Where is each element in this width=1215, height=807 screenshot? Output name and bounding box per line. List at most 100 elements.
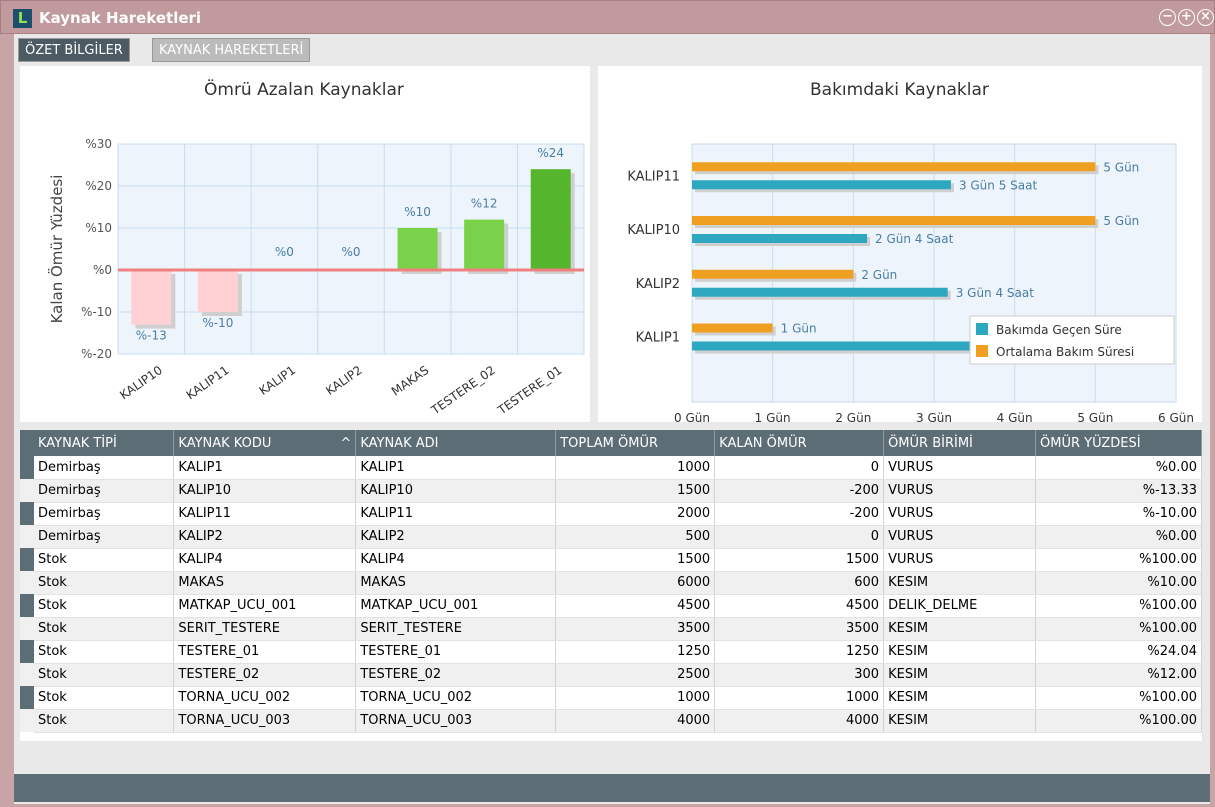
left-chart-panel: Ömrü Azalan Kaynaklar %30 %20 %10 %0 %-10 %-2… [20, 66, 590, 422]
data-label: %0 [341, 245, 360, 259]
table-cell: Stok [33, 640, 175, 664]
table-cell: 1500 [555, 479, 716, 503]
bar[interactable] [397, 228, 438, 270]
table-cell: %0.00 [1035, 456, 1202, 480]
data-label: 3 Gün 4 Saat [956, 286, 1035, 300]
col-kalan-omur[interactable]: KALAN ÖMÜR [714, 430, 885, 456]
table-row[interactable]: Stok KALIP4 KALIP4 1500 1500 VURUS %100.00 [20, 548, 1202, 572]
x-tick-label: 2 Gün [835, 411, 871, 422]
table-row[interactable]: Demirbaş KALIP10 KALIP10 1500 -200 VURUS %-13.… [20, 479, 1202, 503]
y-tick-label: KALIP2 [636, 277, 680, 292]
table-cell: VURUS [883, 502, 1036, 526]
table-cell: %100.00 [1035, 709, 1202, 733]
table-cell: TORNA_UCU_002 [355, 686, 557, 710]
table-cell: KALIP11 [173, 502, 357, 526]
data-label: 2 Gün [861, 268, 897, 282]
table-cell: 1000 [555, 456, 716, 480]
bar[interactable] [692, 269, 854, 279]
col-kaynak-tipi[interactable]: KAYNAK TİPİ [33, 430, 175, 456]
table-cell: MATKAP_UCU_001 [173, 594, 357, 618]
table-row[interactable]: Stok TESTERE_02 TESTERE_02 2500 300 KESIM %12.… [20, 663, 1202, 687]
x-tick-label: 5 Gün [1077, 411, 1113, 422]
col-omur-yuzdesi[interactable]: ÖMÜR YÜZDESİ [1035, 430, 1202, 456]
table-cell: KESIM [883, 640, 1036, 664]
x-tick-label: TESTERE_02 [428, 363, 498, 418]
table-cell: MAKAS [173, 571, 357, 595]
table-cell: -200 [714, 502, 885, 526]
table-row[interactable]: Stok MATKAP_UCU_001 MATKAP_UCU_001 4500 4500… [20, 594, 1202, 618]
table-cell: TESTERE_02 [355, 663, 557, 687]
y-tick-label: KALIP11 [627, 169, 680, 184]
table-body: Demirbaş KALIP1 KALIP1 1000 0 VURUS %0.00 Demir… [20, 456, 1202, 733]
y-tick-label: %30 [85, 137, 112, 151]
tab-ozet-bilgiler[interactable]: ÖZET BİLGİLER [18, 38, 130, 62]
bar[interactable] [464, 219, 505, 270]
table-cell: KESIM [883, 663, 1036, 687]
table-cell: 1500 [714, 548, 885, 572]
bar[interactable] [131, 270, 172, 325]
table-cell: VURUS [883, 548, 1036, 572]
table-cell: %100.00 [1035, 686, 1202, 710]
y-tick-label: %10 [85, 221, 112, 235]
table-cell: Demirbaş [33, 479, 175, 503]
bar[interactable] [692, 287, 948, 297]
table-cell: Demirbaş [33, 456, 175, 480]
table-cell: 3500 [555, 617, 716, 641]
table-cell: 500 [555, 525, 716, 549]
status-bar [14, 774, 1210, 802]
table-cell: DELIK_DELME [883, 594, 1036, 618]
table-cell: KALIP4 [355, 548, 557, 572]
table-cell: %24.04 [1035, 640, 1202, 664]
col-kaynak-kodu-label: KAYNAK KODU [178, 435, 272, 451]
row-gutter [20, 479, 34, 502]
table-header-row: KAYNAK TİPİ KAYNAK KODU ^ KAYNAK ADI TOPL… [20, 430, 1202, 456]
col-kaynak-adi[interactable]: KAYNAK ADI [355, 430, 557, 456]
data-label: %10 [404, 205, 431, 219]
table-cell: KESIM [883, 686, 1036, 710]
bar[interactable] [197, 270, 238, 312]
x-tick-label: 0 Gün [674, 411, 710, 422]
table-row[interactable]: Stok TORNA_UCU_002 TORNA_UCU_002 1000 1000 KE… [20, 686, 1202, 710]
bar[interactable] [692, 180, 951, 190]
table-cell: Stok [33, 663, 175, 687]
table-row[interactable]: Demirbaş KALIP2 KALIP2 500 0 VURUS %0.00 [20, 525, 1202, 549]
table-cell: TESTERE_01 [173, 640, 357, 664]
bar[interactable] [692, 323, 773, 333]
table-row[interactable]: Stok TESTERE_01 TESTERE_01 1250 1250 KESIM %24… [20, 640, 1202, 664]
bar[interactable] [530, 169, 571, 270]
row-gutter [20, 430, 34, 456]
maximize-icon[interactable]: + [1178, 9, 1195, 26]
data-label: 5 Gün [1103, 160, 1139, 174]
tab-kaynak-hareketleri[interactable]: KAYNAK HAREKETLERİ [152, 38, 311, 62]
table-row[interactable]: Stok MAKAS MAKAS 6000 600 KESIM %10.00 [20, 571, 1202, 595]
table-row[interactable]: Stok SERIT_TESTERE SERIT_TESTERE 3500 3500 KE… [20, 617, 1202, 641]
col-kaynak-kodu[interactable]: KAYNAK KODU ^ [173, 430, 357, 456]
col-toplam-omur[interactable]: TOPLAM ÖMÜR [555, 430, 716, 456]
right-chart-panel: Bakımdaki Kaynaklar 0 Gün 1 Gün 2 Gün 3 Gün… [598, 66, 1202, 422]
data-label: %-10 [202, 316, 233, 330]
table-cell: TESTERE_01 [355, 640, 557, 664]
sort-asc-icon: ^ [340, 435, 352, 451]
table-row[interactable]: Demirbaş KALIP11 KALIP11 2000 -200 VURUS %-10.… [20, 502, 1202, 526]
table-cell: %-13.33 [1035, 479, 1202, 503]
table-cell: 2500 [555, 663, 716, 687]
row-gutter [20, 617, 34, 640]
table-cell: Stok [33, 686, 175, 710]
minimize-icon[interactable]: − [1159, 9, 1176, 26]
col-omur-birimi[interactable]: ÖMÜR BİRİMİ [883, 430, 1036, 456]
tab-bar: ÖZET BİLGİLER KAYNAK HAREKETLERİ [14, 38, 1210, 62]
y-tick-label: KALIP10 [627, 223, 680, 238]
table-cell: 1000 [714, 686, 885, 710]
close-icon[interactable]: × [1197, 9, 1214, 26]
table-row[interactable]: Demirbaş KALIP1 KALIP1 1000 0 VURUS %0.00 [20, 456, 1202, 480]
y-tick-label: %20 [85, 179, 112, 193]
bar[interactable] [692, 162, 1096, 172]
bar[interactable] [692, 234, 868, 243]
table-cell: KALIP2 [173, 525, 357, 549]
table-cell: TORNA_UCU_003 [173, 709, 357, 733]
bar[interactable] [692, 216, 1096, 225]
table-cell: 1500 [555, 548, 716, 572]
table-cell: Stok [33, 548, 175, 572]
table-row[interactable]: Stok TORNA_UCU_003 TORNA_UCU_003 4000 4000 KE… [20, 709, 1202, 733]
table-cell: KALIP1 [355, 456, 557, 480]
